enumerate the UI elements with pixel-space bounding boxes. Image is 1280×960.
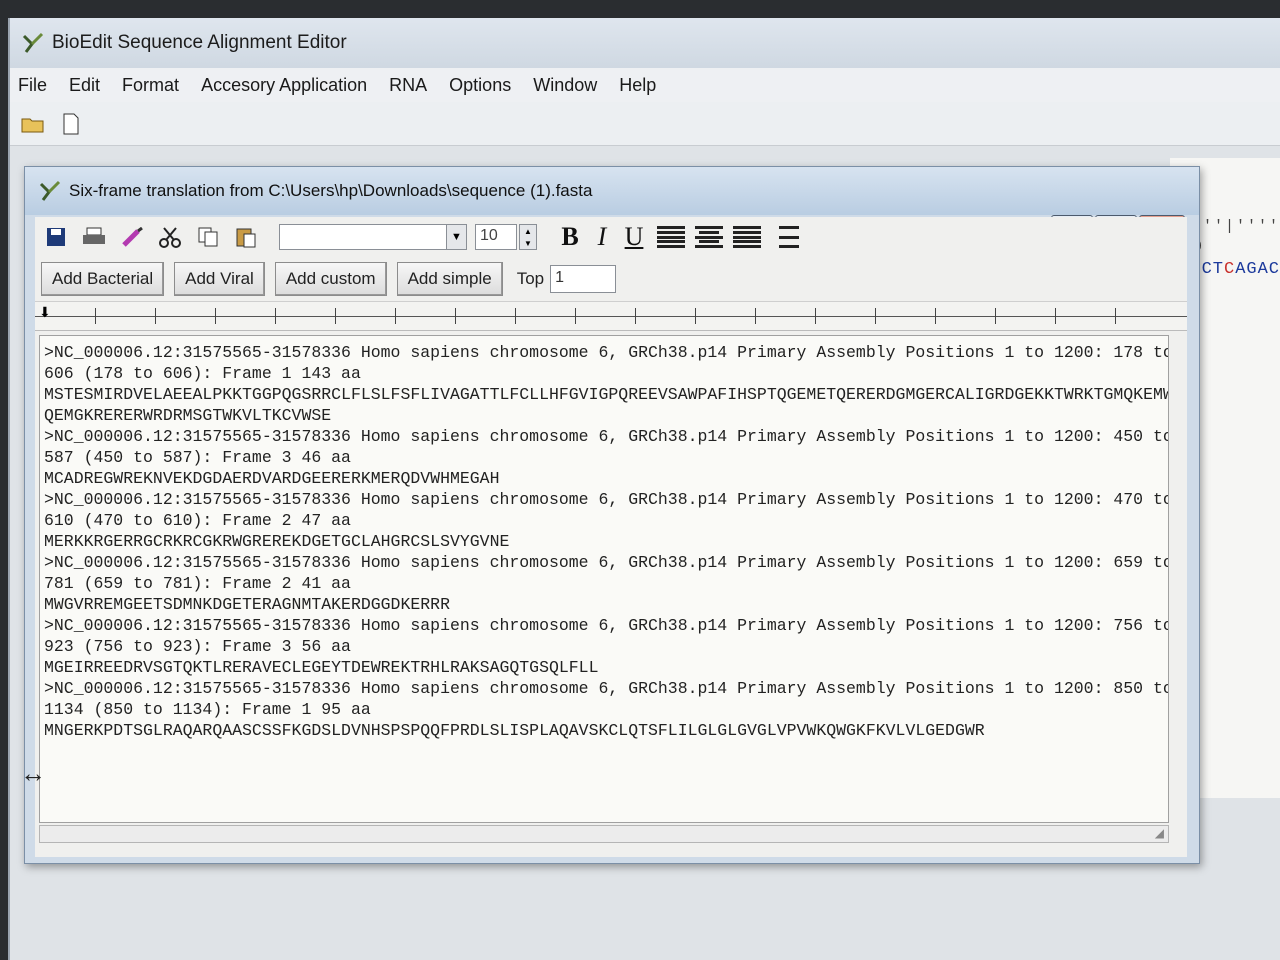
ruler-tick xyxy=(1115,308,1116,324)
text-line: 923 (756 to 923): Frame 3 56 aa xyxy=(44,637,351,656)
menu-format[interactable]: Format xyxy=(122,75,179,96)
text-line: MCADREGWREKNVEKDGDAERDVARDGEERERKMERQDVW… xyxy=(44,469,500,488)
text-line: >NC_000006.12:31575565-31578336 Homo sap… xyxy=(44,490,1169,509)
menu-help[interactable]: Help xyxy=(619,75,656,96)
child-window-title: Six-frame translation from C:\Users\hp\D… xyxy=(69,181,593,200)
child-content: ▼ 10 ▲ ▼ B I U Add Bacterial Add Viral Ad… xyxy=(35,217,1187,857)
ruler-tick xyxy=(455,308,456,324)
text-line: 610 (470 to 610): Frame 2 47 aa xyxy=(44,511,351,530)
text-line: >NC_000006.12:31575565-31578336 Homo sap… xyxy=(44,427,1169,446)
text-line: MERKKRGERRGCRKRCGKRWGREREKDGETGCLAHGRCSL… xyxy=(44,532,510,551)
translation-text-area[interactable]: >NC_000006.12:31575565-31578336 Homo sap… xyxy=(39,335,1169,823)
ruler-tick xyxy=(695,308,696,324)
ruler-tick xyxy=(575,308,576,324)
ruler-tick xyxy=(515,308,516,324)
add-bacterial-button[interactable]: Add Bacterial xyxy=(41,262,165,296)
save-icon[interactable] xyxy=(43,226,69,248)
ruler-tick xyxy=(95,308,96,324)
open-folder-icon[interactable] xyxy=(20,113,46,135)
cut-icon[interactable] xyxy=(157,226,183,248)
resize-grip-icon[interactable]: ◢ xyxy=(1155,826,1164,840)
top-label: Top xyxy=(516,269,545,288)
ruler-line xyxy=(35,316,1187,317)
chevron-down-icon[interactable]: ▼ xyxy=(446,225,466,249)
app-title: BioEdit Sequence Alignment Editor xyxy=(52,32,347,53)
print-icon[interactable] xyxy=(81,226,107,248)
menu-rna[interactable]: RNA xyxy=(389,75,427,96)
text-line: 587 (450 to 587): Frame 3 46 aa xyxy=(44,448,351,467)
ruler-tick xyxy=(935,308,936,324)
text-line: QEMGKRERERWRDRMSGTWKVLTKCVWSE xyxy=(44,406,332,425)
text-line: MGEIRREEDRVSGTQKTLRERAVECLEGEYTDEWREKTRH… xyxy=(44,658,599,677)
text-line: 1134 (850 to 1134): Frame 1 95 aa xyxy=(44,700,371,719)
font-family-select[interactable]: ▼ xyxy=(279,224,467,250)
horizontal-scrollbar[interactable]: ◢ xyxy=(39,825,1169,843)
menu-options[interactable]: Options xyxy=(449,75,511,96)
add-viral-button[interactable]: Add Viral xyxy=(174,262,265,296)
add-buttons-toolbar: Add Bacterial Add Viral Add custom Add s… xyxy=(35,257,1187,301)
font-size-input[interactable]: 10 xyxy=(475,224,517,250)
font-size-stepper[interactable]: ▲ ▼ xyxy=(519,224,537,250)
ruler-tick xyxy=(335,308,336,324)
align-left-icon[interactable] xyxy=(657,224,685,250)
copy-icon[interactable] xyxy=(195,226,221,248)
ruler-tick xyxy=(875,308,876,324)
bullet-list-icon[interactable] xyxy=(771,224,799,250)
text-line: MNGERKPDTSGLRAQARQAASCSSFKGDSLDVNHSPSPQQ… xyxy=(44,721,985,740)
ruler-tick xyxy=(1055,308,1056,324)
menu-edit[interactable]: Edit xyxy=(69,75,100,96)
main-toolbar xyxy=(10,102,1280,146)
ruler-tick xyxy=(275,308,276,324)
align-right-icon[interactable] xyxy=(733,224,761,250)
text-line: >NC_000006.12:31575565-31578336 Homo sap… xyxy=(44,553,1169,572)
text-line: >NC_000006.12:31575565-31578336 Homo sap… xyxy=(44,679,1169,698)
top-input[interactable]: 1 xyxy=(550,265,617,293)
indent-marker-icon[interactable]: ⬇ xyxy=(39,304,51,321)
align-center-icon[interactable] xyxy=(695,224,723,250)
ruler-tick xyxy=(215,308,216,324)
text-line: >NC_000006.12:31575565-31578336 Homo sap… xyxy=(44,343,1169,362)
text-line: 781 (659 to 781): Frame 2 41 aa xyxy=(44,574,351,593)
add-simple-button[interactable]: Add simple xyxy=(396,262,503,296)
ruler-tick xyxy=(395,308,396,324)
text-line: MWGVRREMGEETSDMNKDGETERAGNMTAKERDGGDKERR… xyxy=(44,595,450,614)
menu-window[interactable]: Window xyxy=(533,75,597,96)
app-window: BioEdit Sequence Alignment Editor File E… xyxy=(8,18,1280,960)
resize-cursor-icon: ↔ xyxy=(20,758,46,788)
menu-bar: File Edit Format Accesory Application RN… xyxy=(10,68,1280,102)
add-custom-button[interactable]: Add custom xyxy=(274,262,387,296)
bioedit-logo-icon xyxy=(39,180,61,201)
six-frame-translation-window: Six-frame translation from C:\Users\hp\D… xyxy=(24,166,1200,864)
ruler-tick xyxy=(635,308,636,324)
ruler-tick xyxy=(995,308,996,324)
italic-button[interactable]: I xyxy=(589,222,615,252)
bioedit-logo-icon xyxy=(22,32,44,53)
ruler-tick xyxy=(815,308,816,324)
text-line: 606 (178 to 606): Frame 1 143 aa xyxy=(44,364,361,383)
seq-part-rest: AGAC xyxy=(1235,260,1280,279)
ruler-tick xyxy=(755,308,756,324)
ruler-tick xyxy=(155,308,156,324)
highlighter-icon[interactable] xyxy=(119,226,145,248)
bold-button[interactable]: B xyxy=(557,222,583,252)
menu-file[interactable]: File xyxy=(18,75,47,96)
seq-part-red: C xyxy=(1223,260,1236,279)
format-toolbar: ▼ 10 ▲ ▼ B I U xyxy=(35,217,1187,257)
text-line: MSTESMIRDVELAEEALPKKTGGPQGSRRCLFLSLFSFLI… xyxy=(44,385,1169,404)
paste-icon[interactable] xyxy=(233,226,259,248)
new-document-icon[interactable] xyxy=(58,113,84,135)
child-title-bar: Six-frame translation from C:\Users\hp\D… xyxy=(25,167,1199,215)
text-line: >NC_000006.12:31575565-31578336 Homo sap… xyxy=(44,616,1169,635)
text-ruler[interactable]: ⬇ xyxy=(35,301,1187,331)
app-title-bar: BioEdit Sequence Alignment Editor xyxy=(10,18,1280,68)
underline-button[interactable]: U xyxy=(621,222,647,252)
menu-accesory-application[interactable]: Accesory Application xyxy=(201,75,367,96)
